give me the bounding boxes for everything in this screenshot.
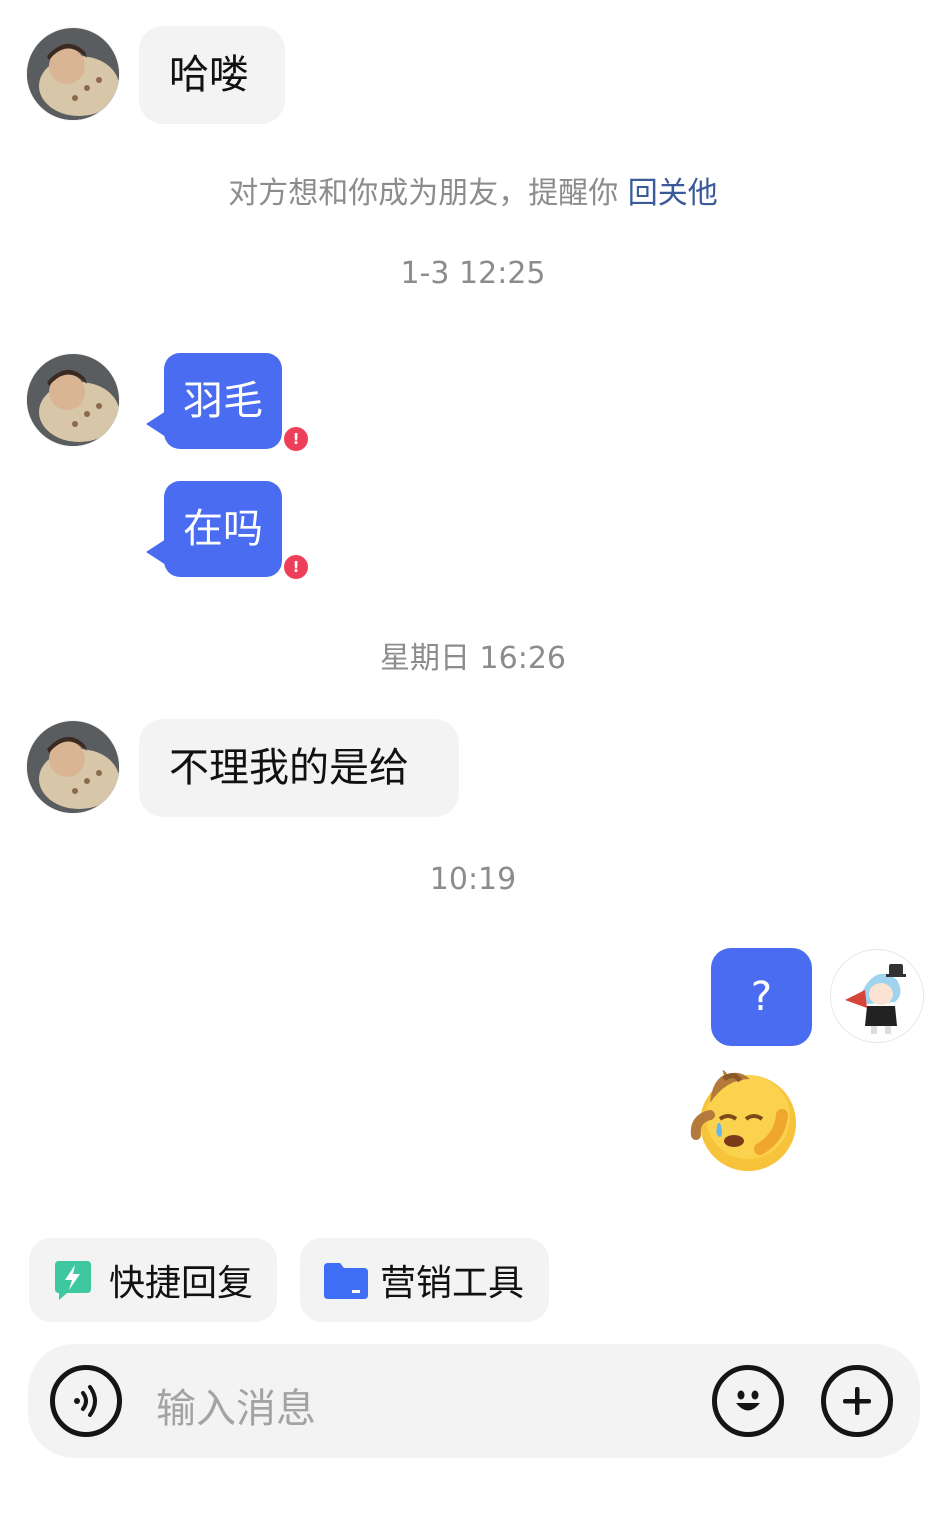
contact-avatar[interactable] xyxy=(27,354,119,446)
timestamp: 星期日 16:26 xyxy=(380,641,566,676)
marketing-tools-label: 营销工具 xyxy=(380,1263,525,1304)
contact-avatar[interactable] xyxy=(27,28,119,120)
follow-back-link[interactable]: 回关他 xyxy=(628,176,718,211)
message-text: 羽毛 xyxy=(183,378,263,424)
contact-avatar[interactable] xyxy=(27,721,119,813)
more-button[interactable] xyxy=(821,1365,893,1437)
voice-button[interactable] xyxy=(50,1365,122,1437)
message-text: 不理我的是给 xyxy=(169,745,409,791)
send-failed-icon[interactable]: ! xyxy=(282,425,310,453)
message-text: ? xyxy=(750,974,773,1020)
plus-icon xyxy=(843,1387,871,1415)
send-failed-icon[interactable]: ! xyxy=(282,553,310,581)
crying-emoji-sticker[interactable] xyxy=(690,1065,802,1175)
message-bubble-outgoing[interactable]: ? xyxy=(711,948,812,1046)
lightning-icon xyxy=(51,1259,93,1301)
bubble-tail xyxy=(146,411,166,437)
message-bubble-incoming[interactable]: 不理我的是给 xyxy=(139,719,459,817)
emoji-button[interactable] xyxy=(712,1365,784,1437)
message-bubble-sent[interactable]: 羽毛 xyxy=(146,353,282,449)
voice-icon xyxy=(74,1385,97,1417)
message-composer: 输入消息 xyxy=(28,1344,920,1458)
message-input[interactable]: 输入消息 xyxy=(156,1376,676,1434)
message-text: 哈喽 xyxy=(169,52,249,98)
folder-icon xyxy=(322,1259,368,1301)
timestamp: 10:19 xyxy=(429,862,517,897)
quick-reply-button[interactable]: 快捷回复 xyxy=(29,1238,277,1322)
message-text: 在吗 xyxy=(183,506,263,552)
bubble-tail xyxy=(146,539,166,565)
message-bubble-incoming[interactable]: 哈喽 xyxy=(139,26,285,124)
quick-reply-label: 快捷回复 xyxy=(109,1263,254,1304)
friend-notice: 对方想和你成为朋友，提醒你 回关他 xyxy=(0,168,946,212)
marketing-tools-button[interactable]: 营销工具 xyxy=(300,1238,549,1322)
message-bubble-sent[interactable]: 在吗 xyxy=(146,481,282,577)
my-avatar[interactable] xyxy=(831,950,923,1042)
friend-notice-text: 对方想和你成为朋友，提醒你 xyxy=(228,176,619,211)
timestamp: 1-3 12:25 xyxy=(400,256,546,291)
emoji-icon xyxy=(736,1390,760,1411)
